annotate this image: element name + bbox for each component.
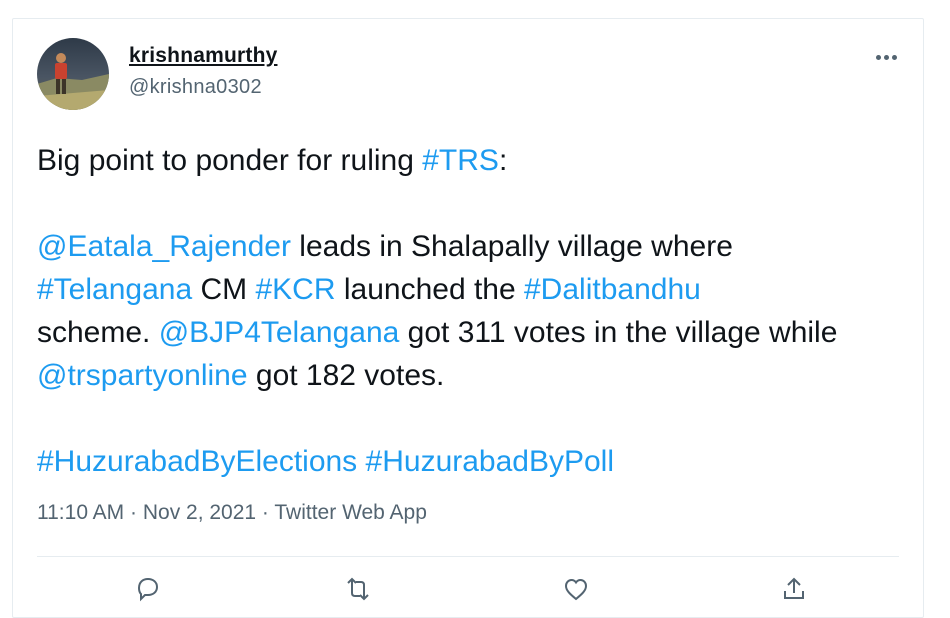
tweet-text-segment: launched the [335,273,524,306]
retweet-icon [347,577,369,601]
like-button[interactable] [559,575,593,609]
share-button[interactable] [777,575,811,609]
hashtag-link[interactable]: #Telangana [37,273,192,306]
tweet-text-segment: CM [192,273,256,306]
tweet-card: krishnamurthy @krishna0302 Big point to … [12,18,924,618]
reply-button[interactable] [131,575,165,609]
retweet-button[interactable] [341,575,375,609]
more-horizontal-icon [875,54,881,60]
tweet-time[interactable]: 11:10 AM [37,501,124,524]
hashtag-link[interactable]: #Dalitbandhu [524,273,701,306]
avatar-photo [37,38,109,110]
tweet-paragraph-2: @Eatala_Rajender leads in Shalapally vil… [37,225,897,397]
reply-icon [137,577,159,602]
heart-icon [564,578,588,601]
share-icon [784,577,804,599]
tweet-meta: 11:10 AM · Nov 2, 2021 · Twitter Web App [37,501,427,525]
meta-separator: · [124,501,143,524]
tweet-text-segment: Big point to ponder for ruling [37,144,423,177]
tweet-text-segment: got 311 votes in the village while [399,316,838,349]
more-horizontal-icon-dot [891,54,897,60]
tweet-text-segment: scheme. [37,316,159,349]
tweet-text-segment: got 182 votes. [247,359,445,392]
hashtag-link[interactable]: #TRS [422,144,499,177]
author-display-name[interactable]: krishnamurthy [129,44,277,68]
author-handle[interactable]: @krishna0302 [129,76,262,99]
hashtag-link[interactable]: #HuzurabadByElections [37,445,357,478]
tweet-text-segment: leads in Shalapally village where [290,230,733,263]
hashtag-link[interactable]: #KCR [255,273,335,306]
tweet-date[interactable]: Nov 2, 2021 [143,501,256,524]
mention-link[interactable]: @BJP4Telangana [159,316,400,349]
mention-link[interactable]: @trspartyonline [37,359,248,392]
divider [37,556,899,557]
tweet-line-1: Big point to ponder for ruling #TRS: [37,139,897,182]
tweet-source[interactable]: Twitter Web App [274,501,427,524]
hashtag-link[interactable]: #HuzurabadByPoll [366,445,614,478]
tweet-text: Big point to ponder for ruling #TRS: @Ea… [37,139,897,483]
tweet-text-segment [357,445,365,478]
more-options-button[interactable] [871,47,901,67]
tweet-paragraph-3: #HuzurabadByElections #HuzurabadByPoll [37,440,897,483]
avatar[interactable] [37,38,109,110]
mention-link[interactable]: @Eatala_Rajender [37,230,291,263]
meta-separator: · [256,501,275,524]
more-horizontal-icon-dot [883,54,889,60]
tweet-text-segment: : [498,144,508,177]
